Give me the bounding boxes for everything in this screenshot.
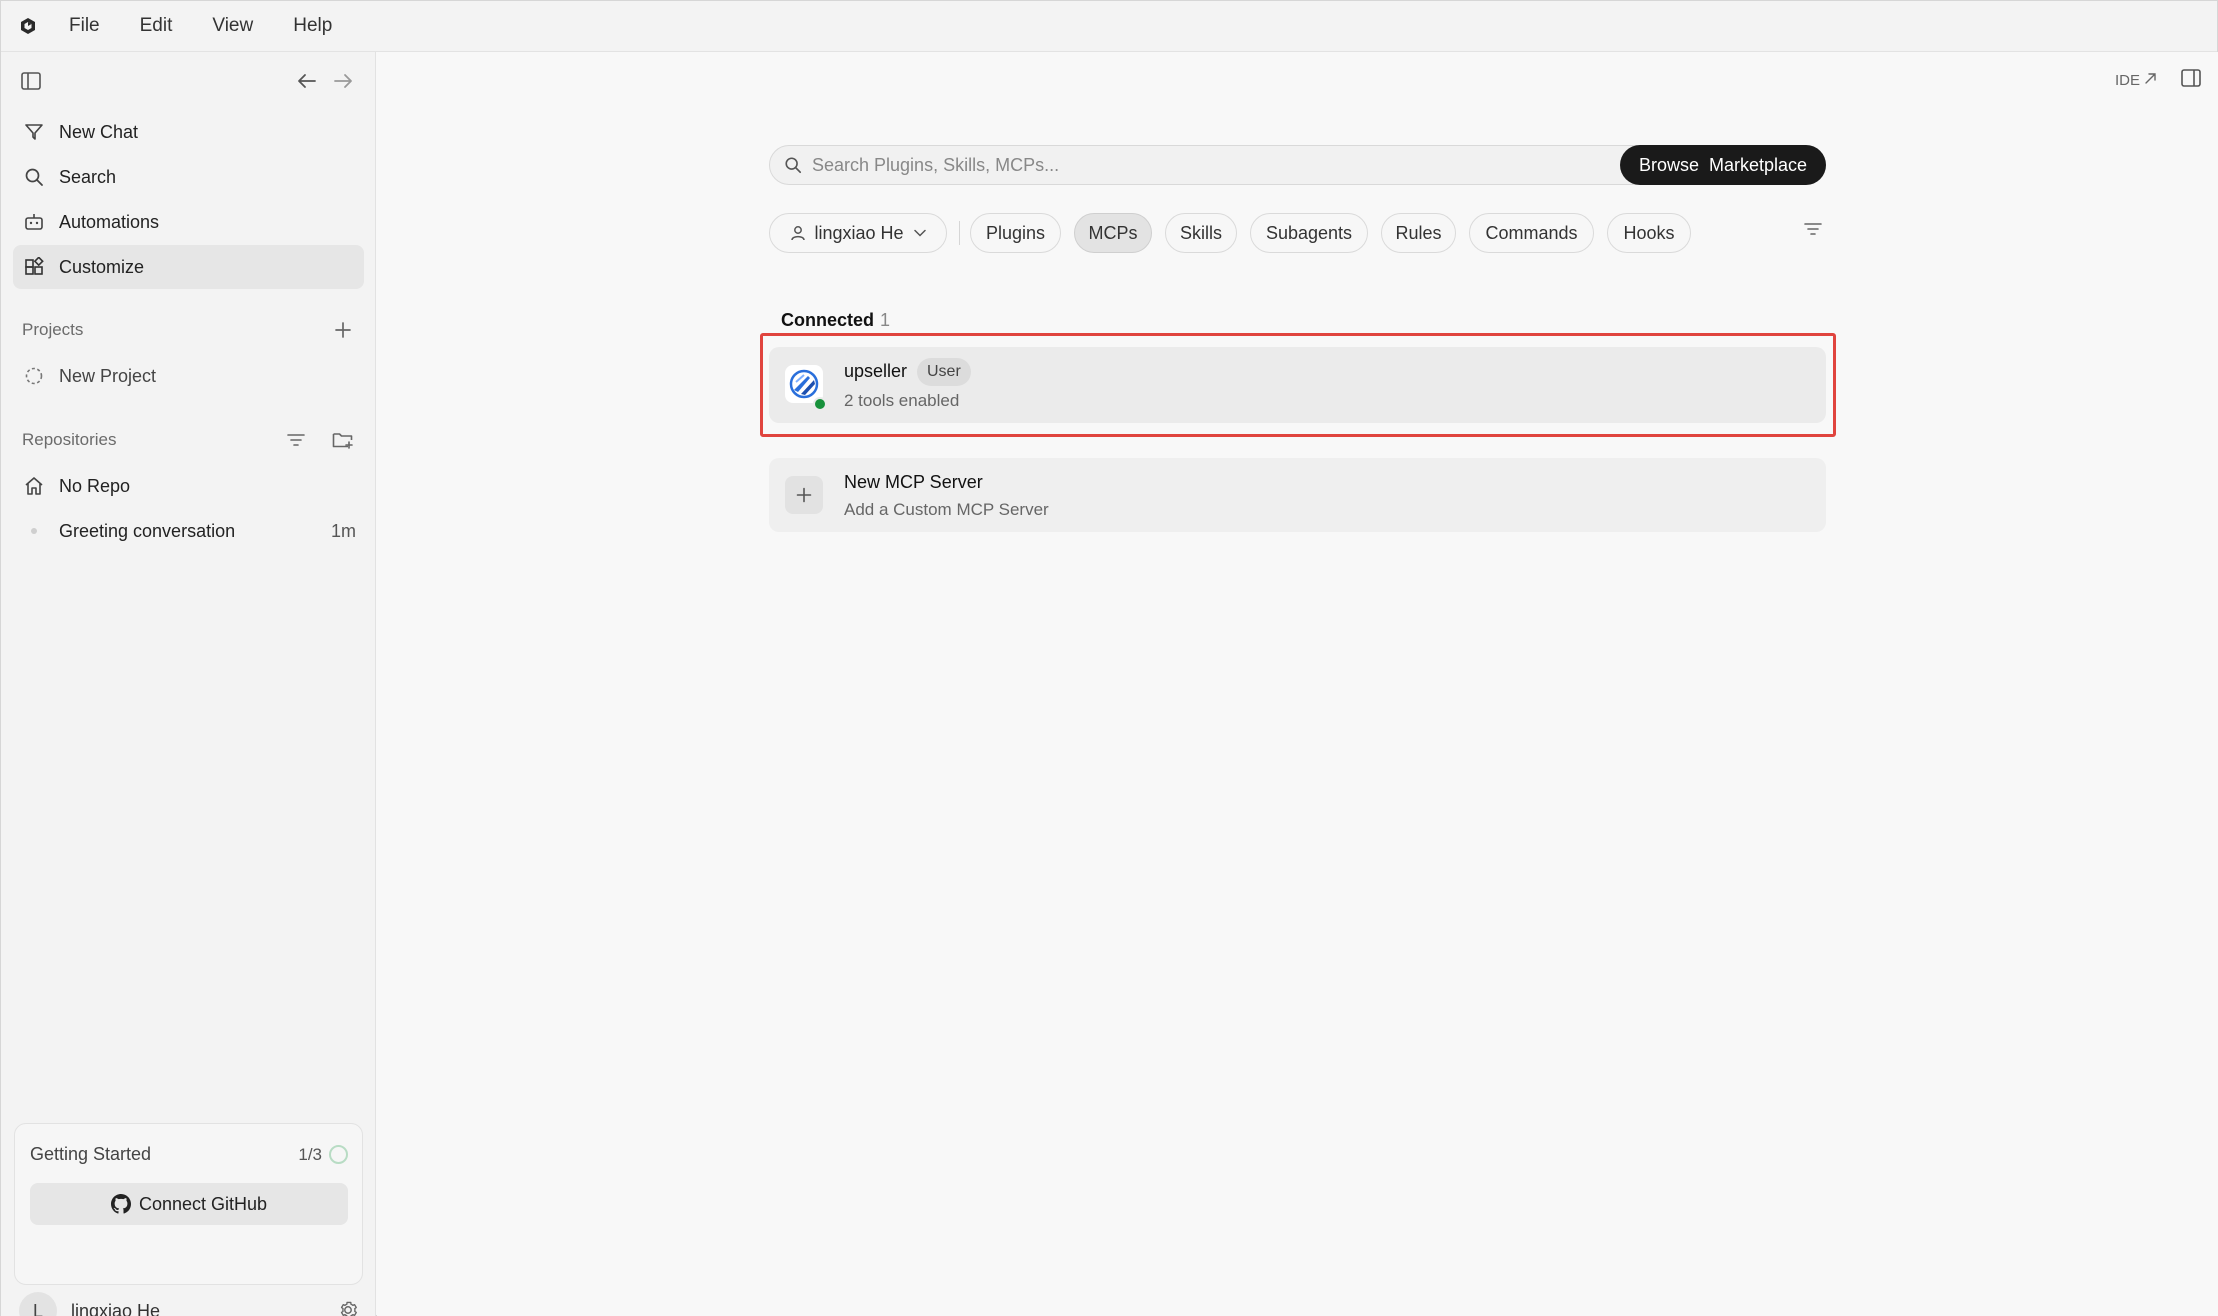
projects-label: Projects: [22, 320, 84, 339]
repositories-label: Repositories: [22, 430, 117, 449]
ide-link[interactable]: IDE: [2115, 72, 2157, 89]
user-profile[interactable]: L lingxiao He: [19, 1289, 359, 1316]
github-icon: [110, 1194, 131, 1214]
app-window: File Edit View Help New Chat Search Auto…: [0, 0, 2218, 1316]
nav-label: Customize: [59, 256, 145, 277]
tab-rules[interactable]: Rules: [1381, 213, 1456, 253]
sidebar: New Chat Search Automations Customize Pr…: [1, 52, 376, 1316]
new-server-title: New MCP Server: [844, 472, 983, 492]
user-name: lingxiao He: [71, 1300, 161, 1316]
menu-help[interactable]: Help: [287, 11, 338, 41]
tab-hooks[interactable]: Hooks: [1607, 213, 1691, 253]
repo-item-no-repo[interactable]: No Repo: [13, 464, 364, 508]
connect-github-label: Connect GitHub: [138, 1193, 268, 1214]
main-content: IDE Browse Marketplace lingxiao He: [377, 52, 2218, 1316]
user-icon: [790, 225, 806, 241]
getting-started-title: Getting Started: [30, 1144, 152, 1164]
chevron-down-icon: [913, 229, 926, 237]
right-panel-toggle-icon[interactable]: [2181, 69, 2201, 92]
tab-skills[interactable]: Skills: [1165, 213, 1237, 253]
menu-file[interactable]: File: [63, 11, 106, 41]
gear-icon[interactable]: [337, 1299, 359, 1316]
forward-arrow-icon[interactable]: [330, 68, 356, 94]
nav-new-chat[interactable]: New Chat: [13, 110, 364, 154]
conversation-time: 1m: [330, 520, 356, 541]
repo-label: No Repo: [59, 475, 131, 496]
highlight-annotation: [760, 333, 1836, 437]
add-project-icon[interactable]: [330, 317, 356, 343]
new-mcp-server-card[interactable]: New MCP Server Add a Custom MCP Server: [769, 458, 1826, 532]
getting-started-count: 1/3: [298, 1145, 322, 1164]
customize-icon: [23, 256, 45, 278]
connected-count: 1: [880, 310, 891, 330]
tab-subagents[interactable]: Subagents: [1250, 213, 1368, 253]
dashed-circle-icon: [23, 365, 45, 387]
browse-marketplace-button[interactable]: Browse Marketplace: [1620, 145, 1826, 185]
add-folder-icon[interactable]: [330, 427, 356, 453]
getting-started-card: Getting Started 1/3 Connect GitHub: [14, 1123, 363, 1285]
user-scope-label: lingxiao He: [814, 222, 904, 243]
project-label: New Project: [59, 365, 157, 386]
filter-lines-icon[interactable]: [283, 427, 309, 453]
home-icon: [23, 475, 45, 497]
project-item-new-project[interactable]: New Project: [13, 354, 364, 398]
bullet-dot-icon: [23, 520, 45, 542]
nav-label: Automations: [59, 211, 160, 232]
progress-ring-icon: [329, 1145, 348, 1164]
filter-divider: [959, 221, 960, 245]
search-icon: [23, 166, 45, 188]
ide-label: IDE: [2114, 72, 2140, 89]
tab-mcps[interactable]: MCPs: [1074, 213, 1152, 253]
external-link-icon: [2144, 72, 2157, 89]
nav-label: New Chat: [59, 121, 139, 142]
sidebar-toggle-icon[interactable]: [18, 68, 44, 94]
filter-lines-icon[interactable]: [1804, 221, 1822, 242]
nav-customize[interactable]: Customize: [13, 245, 364, 289]
nav-search[interactable]: Search: [13, 155, 364, 199]
nav-label: Search: [59, 166, 117, 187]
connected-section-header: Connected 1: [781, 310, 890, 331]
app-logo-icon: [17, 15, 39, 37]
conversation-item[interactable]: Greeting conversation 1m: [13, 509, 364, 553]
menubar: File Edit View Help: [1, 1, 2217, 52]
connected-label: Connected: [781, 310, 875, 330]
user-scope-dropdown[interactable]: lingxiao He: [769, 213, 947, 253]
connect-github-button[interactable]: Connect GitHub: [30, 1183, 348, 1225]
tab-commands[interactable]: Commands: [1469, 213, 1594, 253]
sidebar-toolbar: [1, 52, 375, 108]
new-server-subtitle: Add a Custom MCP Server: [844, 500, 1049, 519]
conversation-label: Greeting conversation: [59, 520, 236, 541]
avatar: L: [19, 1292, 57, 1316]
automations-icon: [23, 211, 45, 233]
tab-plugins[interactable]: Plugins: [970, 213, 1061, 253]
menu-edit[interactable]: Edit: [134, 11, 179, 41]
menu-view[interactable]: View: [206, 11, 259, 41]
new-chat-icon: [23, 121, 45, 143]
nav-automations[interactable]: Automations: [13, 200, 364, 244]
back-arrow-icon[interactable]: [294, 68, 320, 94]
filter-row: lingxiao He Plugins MCPs Skills Subagent…: [769, 213, 1826, 253]
plus-icon: [785, 476, 823, 514]
search-icon: [784, 156, 802, 174]
